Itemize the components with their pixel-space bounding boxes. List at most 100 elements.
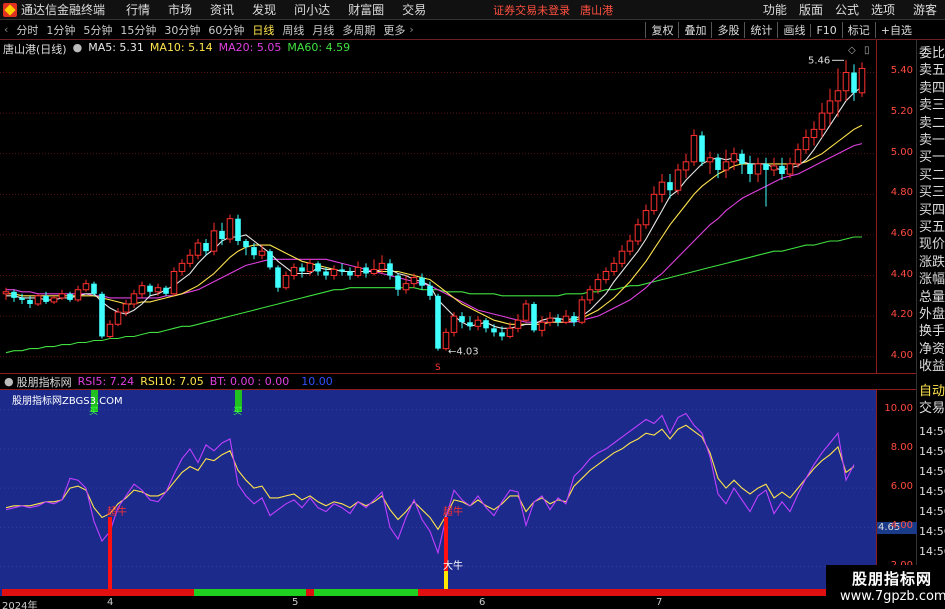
statistics-button[interactable]: 统计 bbox=[744, 22, 777, 38]
menu-news[interactable]: 资讯 bbox=[201, 1, 243, 18]
title-bar: 通达信金融终端 行情 市场 资讯 发现 问小达 财富圈 交易 证券交易未登录 唐… bbox=[0, 0, 945, 20]
candle bbox=[794, 143, 802, 168]
menu-functions[interactable]: 功能 bbox=[757, 1, 793, 18]
menu-discover[interactable]: 发现 bbox=[243, 1, 285, 18]
multi-stock-button[interactable]: 多股 bbox=[711, 22, 744, 38]
mark-button[interactable]: 标记 bbox=[841, 22, 875, 38]
menu-trade[interactable]: 交易 bbox=[393, 1, 435, 18]
tab-more[interactable]: 更多 bbox=[379, 22, 409, 38]
strip-segment bbox=[74, 589, 83, 596]
settings-dot-icon[interactable]: ● bbox=[73, 41, 83, 57]
price-tick-label: 4.80 bbox=[890, 187, 913, 199]
tab-timeshare[interactable]: 分时 bbox=[12, 22, 42, 38]
strip-segment bbox=[618, 589, 627, 596]
indicator-name[interactable]: 股朋指标网 bbox=[17, 374, 72, 390]
indicator-settings-icon[interactable]: ● bbox=[4, 375, 14, 388]
candle bbox=[763, 157, 769, 207]
tab-weekly[interactable]: 周线 bbox=[278, 22, 308, 38]
side-panel-item: 委比 bbox=[919, 46, 945, 61]
add-favorite-button[interactable]: +自选 bbox=[874, 22, 917, 38]
back-icon[interactable]: ‹ bbox=[0, 23, 12, 36]
menu-market[interactable]: 市场 bbox=[159, 1, 201, 18]
candle-body bbox=[258, 250, 266, 256]
indicator-header: ● 股朋指标网 RSI5: 7.24 RSI10: 7.05 BT: 0.00 … bbox=[0, 373, 916, 390]
strip-segment bbox=[506, 589, 515, 596]
trade-login-warning[interactable]: 证券交易未登录 bbox=[493, 2, 570, 18]
menu-layout[interactable]: 版面 bbox=[793, 1, 829, 18]
candle-body bbox=[194, 242, 202, 256]
visitor-account[interactable]: 游客 bbox=[913, 1, 937, 18]
candle-body bbox=[578, 299, 586, 323]
strip-segment bbox=[338, 589, 347, 596]
strip-segment bbox=[426, 589, 435, 596]
candle bbox=[842, 60, 850, 101]
overlay-button[interactable]: 叠加 bbox=[678, 22, 711, 38]
candle-body bbox=[459, 316, 465, 323]
candle bbox=[282, 271, 290, 290]
rsi5-legend: RSI5: 7.24 bbox=[77, 375, 135, 388]
side-panel-item: 卖二 bbox=[919, 115, 945, 131]
strip-segment bbox=[666, 589, 675, 596]
strip-segment bbox=[410, 589, 419, 596]
strip-segment bbox=[82, 589, 91, 596]
main-legend: 唐山港(日线) ● MA5: 5.31 MA10: 5.14 MA20: 5.0… bbox=[3, 41, 350, 57]
candle-body bbox=[491, 328, 497, 333]
menu-wealth-circle[interactable]: 财富圈 bbox=[339, 1, 393, 18]
candle-body bbox=[267, 251, 273, 268]
high-price-annotation: 5.46 bbox=[808, 55, 830, 66]
candle bbox=[370, 259, 378, 276]
strip-segment bbox=[746, 589, 755, 596]
tab-daily[interactable]: 日线 bbox=[248, 22, 278, 38]
candle-body bbox=[650, 193, 658, 212]
tab-15min[interactable]: 15分钟 bbox=[116, 22, 160, 38]
side-panel-item[interactable]: 交易 bbox=[919, 400, 945, 417]
candle-body bbox=[34, 295, 42, 305]
candle-body bbox=[667, 182, 673, 191]
candlestick-chart[interactable]: 5.46 ←4.03 S ◇ ▯ bbox=[0, 40, 876, 373]
candle-body bbox=[514, 319, 522, 329]
strip-segment bbox=[642, 589, 651, 596]
indicator-tick-label: 10.00 bbox=[884, 402, 913, 414]
strip-segment bbox=[594, 589, 603, 596]
candle bbox=[74, 285, 82, 302]
tab-multi-period[interactable]: 多周期 bbox=[338, 22, 379, 38]
tab-monthly[interactable]: 月线 bbox=[308, 22, 338, 38]
ma60-legend: MA60: 4.59 bbox=[287, 41, 351, 54]
candle bbox=[99, 291, 105, 339]
side-panel-item: 14:56 bbox=[919, 445, 945, 458]
tab-60min[interactable]: 60分钟 bbox=[204, 22, 248, 38]
menu-ask-xiaoda[interactable]: 问小达 bbox=[285, 1, 339, 18]
strip-segment bbox=[242, 589, 251, 596]
indicator-tick-label: 6.00 bbox=[890, 481, 913, 493]
candle-body bbox=[786, 163, 794, 175]
candle-body bbox=[378, 262, 386, 270]
sell-marker-s: S bbox=[435, 363, 441, 373]
candle-body bbox=[834, 90, 842, 102]
candle bbox=[779, 157, 785, 181]
strip-segment bbox=[786, 589, 795, 596]
candle bbox=[722, 149, 730, 179]
rsi-indicator-chart[interactable]: 超牛 超牛大牛 买 买 股朋指标网ZBGS3.COM bbox=[0, 390, 876, 596]
signal-chaoniu-2-label: 超牛 bbox=[443, 505, 463, 518]
candle-body bbox=[699, 135, 705, 162]
candle-body bbox=[58, 293, 66, 299]
tab-1min[interactable]: 1分钟 bbox=[42, 22, 79, 38]
menu-options[interactable]: 选项 bbox=[865, 1, 901, 18]
tab-30min[interactable]: 30分钟 bbox=[160, 22, 204, 38]
strip-segment bbox=[770, 589, 779, 596]
chart-window-icon: ▯ bbox=[864, 45, 870, 56]
draw-line-button[interactable]: 画线 bbox=[777, 22, 810, 38]
f10-button[interactable]: F10 bbox=[810, 23, 841, 37]
price-tick-label: 5.40 bbox=[890, 65, 913, 77]
menu-quotes[interactable]: 行情 bbox=[117, 1, 159, 18]
menu-formula[interactable]: 公式 bbox=[829, 1, 865, 18]
strip-segment bbox=[306, 589, 315, 596]
tab-5min[interactable]: 5分钟 bbox=[79, 22, 116, 38]
adjust-button[interactable]: 复权 bbox=[645, 22, 678, 38]
candle bbox=[210, 222, 218, 256]
chevron-right-icon[interactable]: › bbox=[409, 23, 413, 36]
side-panel-item[interactable]: 自动 bbox=[919, 383, 945, 400]
strip-segment bbox=[562, 589, 571, 596]
strip-segment bbox=[298, 589, 307, 596]
bt2-legend: : 0.00 bbox=[257, 375, 290, 388]
